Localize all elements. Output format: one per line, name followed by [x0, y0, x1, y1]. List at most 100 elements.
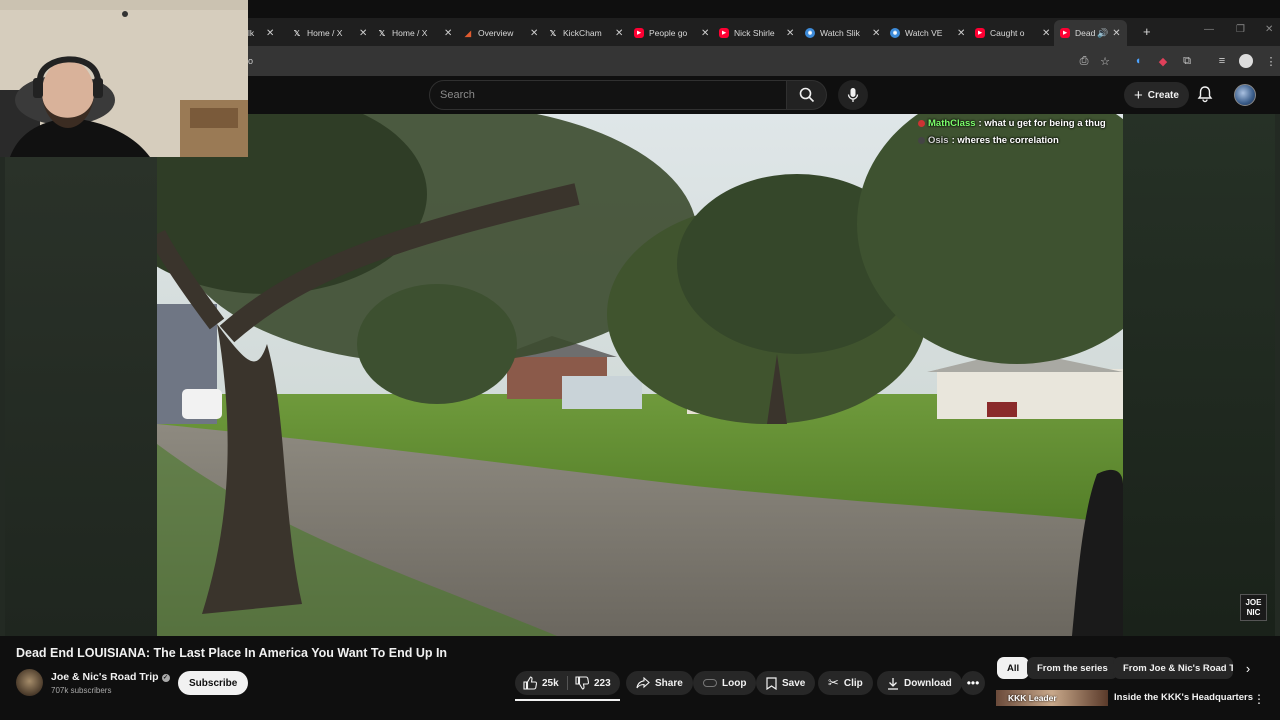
loop-icon: [703, 679, 717, 687]
tab-title: Nick Shirle: [734, 28, 775, 38]
browser-tab[interactable]: 𝕏 KickCham ✕: [548, 22, 624, 44]
chat-badge-icon: [918, 137, 925, 144]
chat-message: Osis : wheres the correlation: [918, 132, 1106, 149]
webcam-image: [0, 0, 248, 157]
speaker-icon[interactable]: 🔊: [1097, 28, 1108, 39]
more-horizontal-icon: •••: [966, 676, 980, 690]
more-actions-button[interactable]: •••: [961, 671, 985, 695]
close-window-icon[interactable]: ✕: [1265, 24, 1273, 35]
channel-avatar[interactable]: [16, 669, 43, 696]
loop-label: Loop: [722, 677, 747, 689]
close-tab-icon[interactable]: ✕: [266, 28, 274, 39]
subscribe-button[interactable]: Subscribe: [178, 671, 249, 695]
tab-title: Watch Slik: [820, 28, 860, 38]
create-button[interactable]: + Create: [1124, 82, 1189, 108]
youtube-icon: ▶: [975, 28, 985, 38]
voice-search-button[interactable]: [838, 80, 868, 110]
thumbnail-caption: KKK Leader: [1008, 693, 1057, 703]
close-tab-icon[interactable]: ✕: [701, 28, 709, 39]
search-button[interactable]: [787, 80, 827, 110]
new-tab-button[interactable]: +: [1143, 24, 1151, 39]
ambient-backdrop-left: [5, 114, 157, 636]
channel-name-container[interactable]: Joe & Nic's Road Trip ✓: [51, 671, 170, 683]
channel-watermark-logo[interactable]: JOE NIC: [1240, 594, 1267, 621]
save-label: Save: [782, 677, 806, 689]
close-tab-icon[interactable]: ✕: [786, 28, 794, 39]
youtube-icon: ▶: [1060, 28, 1070, 38]
install-app-icon[interactable]: ⎙: [1077, 54, 1091, 68]
close-tab-icon[interactable]: ✕: [957, 28, 965, 39]
extension-shield-icon[interactable]: ◆: [1156, 54, 1170, 68]
tab-title: People go: [649, 28, 688, 38]
stream-icon: ◉: [890, 28, 900, 38]
restore-icon[interactable]: ❐: [1236, 24, 1245, 35]
browser-tab[interactable]: ▶ Caught o ✕: [975, 22, 1050, 44]
extension-audio-icon[interactable]: ◖: [1131, 54, 1145, 68]
scissors-icon: ✂: [828, 675, 839, 691]
chat-username: Osis: [928, 135, 949, 146]
bookmark-star-icon[interactable]: ☆: [1098, 54, 1112, 68]
loop-button[interactable]: Loop: [693, 671, 757, 695]
video-player[interactable]: MathClass : what u get for being a thug …: [0, 114, 1280, 636]
chip-all[interactable]: All: [997, 657, 1030, 679]
browser-menu-icon[interactable]: ⋮: [1264, 54, 1278, 68]
recommended-thumbnail[interactable]: KKK Leader: [996, 690, 1108, 706]
download-button[interactable]: Download: [877, 671, 962, 695]
browser-tab[interactable]: ◢ Overview ✕: [463, 22, 538, 44]
browser-tab-active[interactable]: ▶ Dead 🔊 ✕: [1054, 20, 1127, 46]
close-tab-icon[interactable]: ✕: [1042, 28, 1050, 39]
search-input[interactable]: [430, 81, 786, 109]
x-icon: 𝕏: [549, 28, 557, 38]
video-frame[interactable]: [157, 114, 1123, 636]
browser-tab[interactable]: ◉ Watch VE ✕: [890, 22, 965, 44]
save-button[interactable]: Save: [756, 671, 816, 695]
close-tab-icon[interactable]: ✕: [872, 28, 880, 39]
youtube-icon: ▶: [719, 28, 729, 38]
ambient-backdrop-right: [1123, 114, 1275, 636]
close-tab-icon[interactable]: ✕: [1112, 28, 1120, 39]
share-button[interactable]: Share: [626, 671, 693, 695]
close-tab-icon[interactable]: ✕: [359, 28, 367, 39]
media-controls-icon[interactable]: ≡: [1215, 54, 1229, 68]
dislike-button[interactable]: 223: [575, 671, 611, 695]
close-tab-icon[interactable]: ✕: [530, 28, 538, 39]
like-button[interactable]: 25k: [523, 671, 559, 695]
like-divider: [567, 676, 568, 690]
browser-tab[interactable]: lk ✕: [248, 22, 274, 44]
address-bar-text[interactable]: o: [248, 56, 253, 66]
subscriber-count: 707k subscribers: [51, 686, 112, 695]
browser-tab[interactable]: 𝕏 Home / X ✕: [292, 22, 368, 44]
watermark-line: NIC: [1246, 608, 1261, 617]
youtube-icon: ▶: [634, 28, 644, 38]
avatar[interactable]: [1234, 84, 1256, 106]
share-arrow-icon: [636, 677, 650, 689]
triangle-icon: ◢: [464, 28, 472, 38]
browser-tab[interactable]: ▶ Nick Shirle ✕: [719, 22, 794, 44]
create-label: Create: [1147, 89, 1179, 101]
dislike-count: 223: [594, 677, 611, 689]
chip-from-series[interactable]: From the series: [1027, 657, 1118, 679]
tab-title: Watch VE: [905, 28, 943, 38]
minimize-icon[interactable]: —: [1204, 24, 1214, 35]
profile-icon[interactable]: [1239, 54, 1253, 68]
search-icon: [799, 87, 814, 103]
extensions-puzzle-icon[interactable]: ⧉: [1180, 54, 1194, 68]
share-label: Share: [655, 677, 683, 689]
search-box: [429, 80, 787, 110]
chat-badge-icon: [918, 120, 925, 127]
chat-message: MathClass : what u get for being a thug: [918, 115, 1106, 132]
browser-tab[interactable]: ▶ People go ✕: [634, 22, 709, 44]
close-tab-icon[interactable]: ✕: [444, 28, 452, 39]
recommended-title[interactable]: Inside the KKK's Headquarters: [1114, 692, 1253, 703]
clip-button[interactable]: ✂ Clip: [818, 671, 873, 695]
notifications-button[interactable]: [1197, 85, 1213, 108]
channel-name[interactable]: Joe & Nic's Road Trip: [51, 671, 159, 683]
close-tab-icon[interactable]: ✕: [615, 28, 623, 39]
chat-username: MathClass: [928, 118, 976, 129]
browser-tab[interactable]: ◉ Watch Slik ✕: [805, 22, 880, 44]
kebab-menu-icon[interactable]: ⋮: [1253, 692, 1265, 706]
chevron-right-icon[interactable]: ›: [1238, 658, 1258, 678]
chip-from-channel[interactable]: From Joe & Nic's Road Tr: [1113, 657, 1233, 679]
thumbs-up-icon: [523, 676, 537, 690]
browser-tab[interactable]: 𝕏 Home / X ✕: [377, 22, 453, 44]
